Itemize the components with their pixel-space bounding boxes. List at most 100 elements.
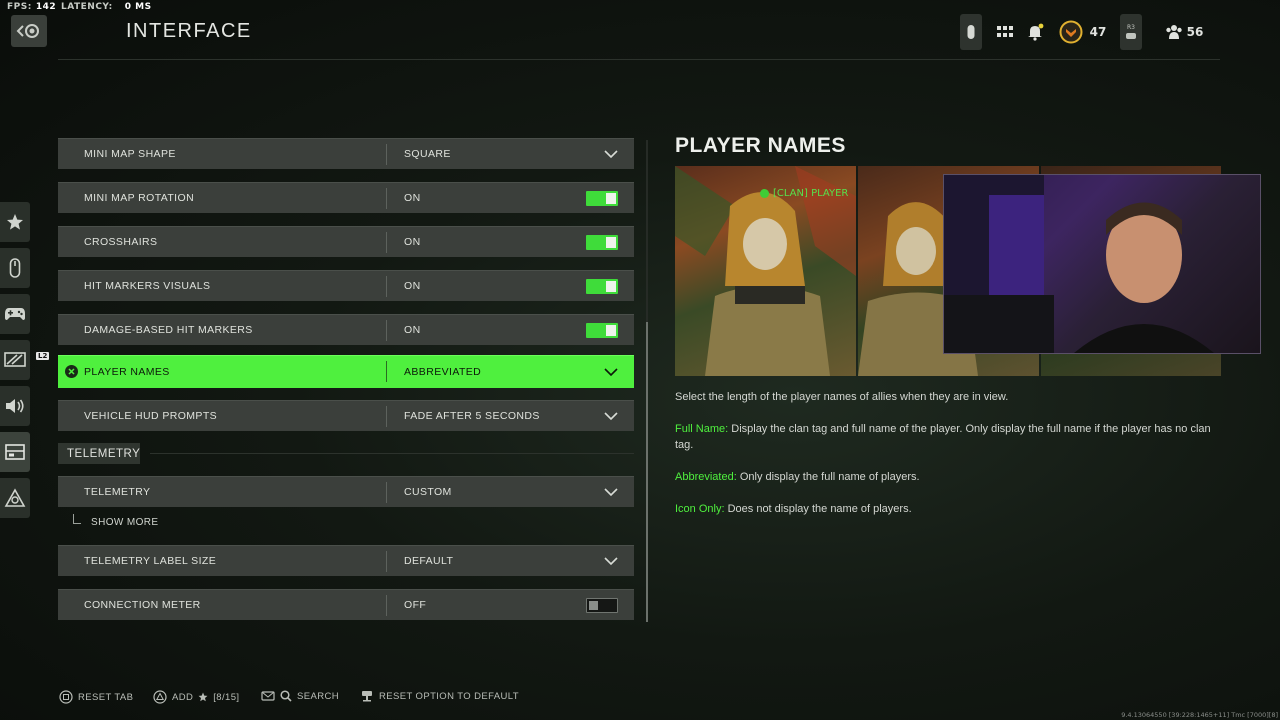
- setting-label: VEHICLE HUD PROMPTS: [84, 410, 218, 422]
- setting-label: CONNECTION METER: [84, 599, 201, 611]
- star-icon: [7, 214, 23, 230]
- party-button[interactable]: [1162, 14, 1186, 50]
- chevron-down-icon[interactable]: [604, 148, 618, 160]
- row-divider: [386, 551, 387, 572]
- toggle-knob: [606, 237, 616, 248]
- latency-readout: LATENCY: 0 MS: [61, 2, 152, 12]
- tab-audio[interactable]: [0, 386, 30, 426]
- detail-title: PLAYER NAMES: [675, 134, 846, 157]
- l2-shortcut-badge: L2: [36, 352, 50, 360]
- show-more-link[interactable]: SHOW MORE: [91, 517, 159, 528]
- detail-intro: Select the length of the player names of…: [675, 391, 1009, 403]
- setting-telemetry[interactable]: TELEMETRY CUSTOM: [58, 476, 634, 507]
- chevron-down-icon[interactable]: [604, 555, 618, 567]
- touchpad-button-icon: [261, 691, 275, 701]
- triangle-button-icon: [153, 690, 167, 704]
- controller-icon: [5, 308, 25, 320]
- chevron-down-icon[interactable]: [604, 410, 618, 422]
- section-divider: [150, 453, 634, 454]
- reset-tab-button[interactable]: RESET TAB: [59, 690, 133, 704]
- detail-option-icon-only: Icon Only: Does not display the name of …: [675, 503, 912, 515]
- tab-mouse[interactable]: [0, 248, 30, 288]
- add-favorite-button[interactable]: ADD [8/15]: [153, 690, 239, 704]
- setting-hit-markers-visuals[interactable]: HIT MARKERS VISUALS ON: [58, 270, 634, 301]
- setting-vehicle-hud-prompts[interactable]: VEHICLE HUD PROMPTS FADE AFTER 5 SECONDS: [58, 400, 634, 431]
- square-button-icon: [59, 690, 73, 704]
- setting-label: CROSSHAIRS: [84, 236, 158, 248]
- setting-value: OFF: [404, 599, 427, 611]
- setting-mini-map-shape[interactable]: MINI MAP SHAPE SQUARE: [58, 138, 634, 169]
- setting-value: CUSTOM: [404, 486, 452, 498]
- controller-status-button[interactable]: [960, 14, 982, 50]
- header-divider: [58, 59, 1220, 60]
- tab-favorites[interactable]: [0, 202, 30, 242]
- setting-damage-based-hit-markers[interactable]: DAMAGE-BASED HIT MARKERS ON: [58, 314, 634, 345]
- tree-connector: [73, 514, 81, 524]
- toggle-knob: [606, 193, 616, 204]
- setting-player-names[interactable]: PLAYER NAMES ABBREVIATED: [58, 355, 634, 388]
- menu-grid-button[interactable]: [994, 14, 1016, 50]
- rank-button[interactable]: [1058, 14, 1084, 50]
- star-icon: [198, 692, 208, 702]
- chevron-down-icon[interactable]: [604, 486, 618, 498]
- row-divider: [386, 320, 387, 341]
- setting-connection-meter[interactable]: CONNECTION METER OFF: [58, 589, 634, 620]
- tab-graphics[interactable]: [0, 340, 30, 380]
- setting-value: ON: [404, 236, 421, 248]
- select-button-icon: [65, 365, 78, 378]
- rank-icon: [1059, 20, 1083, 44]
- version-string: 9.4.13064550 [39:228:1465+11] Tmc [7000]…: [1121, 711, 1278, 719]
- tab-controller[interactable]: [0, 294, 30, 334]
- setting-value: ABBREVIATED: [404, 366, 482, 378]
- network-icon: [4, 488, 26, 507]
- search-label: SEARCH: [297, 690, 339, 702]
- back-button[interactable]: [11, 15, 47, 47]
- row-divider: [386, 482, 387, 503]
- social-icon: [1126, 32, 1136, 39]
- detail-option-full-name: Full Name: Display the clan tag and full…: [675, 423, 1211, 451]
- notifications-button[interactable]: [1024, 14, 1046, 50]
- tab-interface[interactable]: [0, 432, 30, 472]
- page-title: INTERFACE: [126, 20, 252, 42]
- setting-value: ON: [404, 192, 421, 204]
- toggle-switch[interactable]: [586, 235, 618, 250]
- interface-icon: [5, 444, 25, 460]
- setting-telemetry-label-size[interactable]: TELEMETRY LABEL SIZE DEFAULT: [58, 545, 634, 576]
- setting-label: MINI MAP SHAPE: [84, 148, 176, 160]
- webcam-overlay: [943, 174, 1261, 354]
- player-level: 47: [1089, 25, 1107, 39]
- row-divider: [386, 232, 387, 253]
- toggle-switch[interactable]: [586, 279, 618, 294]
- setting-value: ON: [404, 280, 421, 292]
- reset-option-button[interactable]: RESET OPTION TO DEFAULT: [360, 690, 519, 702]
- setting-value: ON: [404, 324, 421, 336]
- setting-mini-map-rotation[interactable]: MINI MAP ROTATION ON: [58, 182, 634, 213]
- setting-label: PLAYER NAMES: [84, 366, 170, 378]
- ally-dot-icon: [760, 189, 769, 198]
- r3-button[interactable]: R3: [1120, 14, 1142, 50]
- row-divider: [386, 406, 387, 427]
- chevron-down-icon[interactable]: [604, 366, 618, 378]
- back-icon: [16, 24, 39, 38]
- toggle-knob: [589, 601, 598, 610]
- search-icon: [280, 690, 292, 702]
- search-button[interactable]: SEARCH: [261, 690, 339, 702]
- party-icon: [1166, 25, 1182, 39]
- fps-readout: FPS: 142: [7, 2, 57, 12]
- mouse-icon: [967, 25, 975, 39]
- row-divider: [386, 276, 387, 297]
- toggle-switch[interactable]: [586, 323, 618, 338]
- scrollbar-thumb[interactable]: [646, 322, 648, 622]
- setting-value: FADE AFTER 5 SECONDS: [404, 410, 540, 422]
- setting-label: MINI MAP ROTATION: [84, 192, 195, 204]
- toggle-switch[interactable]: [586, 191, 618, 206]
- tab-network[interactable]: [0, 478, 30, 518]
- toggle-knob: [606, 325, 616, 336]
- party-count: 56: [1186, 25, 1204, 39]
- options-button-icon: [362, 691, 372, 702]
- detail-option-abbreviated: Abbreviated: Only display the full name …: [675, 471, 920, 483]
- toggle-switch[interactable]: [586, 598, 618, 613]
- setting-label: HIT MARKERS VISUALS: [84, 280, 211, 292]
- clan-tag-preview: [CLAN] PLAYER: [760, 188, 848, 199]
- setting-crosshairs[interactable]: CROSSHAIRS ON: [58, 226, 634, 257]
